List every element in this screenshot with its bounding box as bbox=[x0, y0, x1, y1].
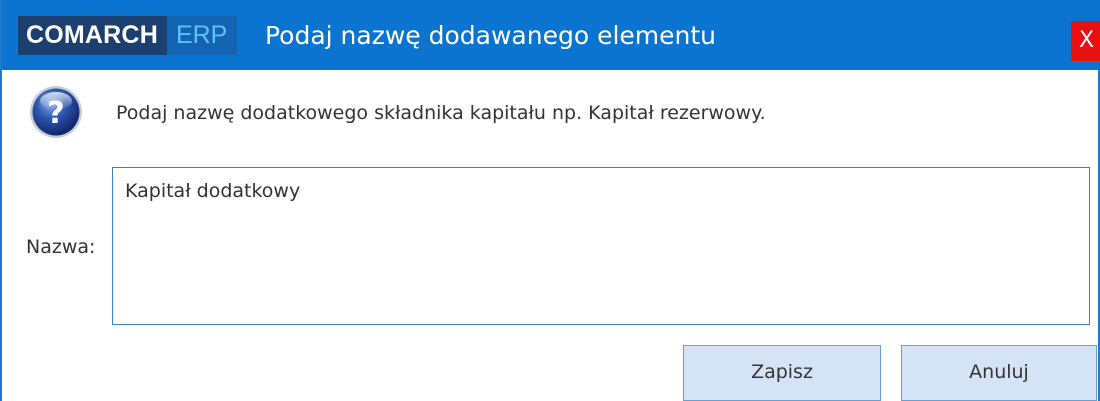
question-icon: ? bbox=[30, 86, 82, 138]
prompt-message: Podaj nazwę dodatkowego składnika kapita… bbox=[116, 102, 766, 124]
brand-comarch: COMARCH bbox=[18, 16, 167, 55]
name-input[interactable]: Kapitał dodatkowy bbox=[112, 167, 1090, 325]
cancel-button[interactable]: Anuluj bbox=[901, 345, 1097, 401]
close-button[interactable]: X bbox=[1071, 21, 1100, 61]
save-button[interactable]: Zapisz bbox=[683, 345, 881, 401]
name-label: Nazwa: bbox=[26, 236, 96, 258]
brand-logo: COMARCH ERP bbox=[18, 16, 238, 55]
title-bar: COMARCH ERP Podaj nazwę dodawanego eleme… bbox=[2, 0, 1100, 70]
dialog-window: COMARCH ERP Podaj nazwę dodawanego eleme… bbox=[0, 0, 1100, 401]
svg-text:?: ? bbox=[47, 96, 64, 131]
dialog-title: Podaj nazwę dodawanego elementu bbox=[265, 21, 717, 50]
brand-erp: ERP bbox=[166, 16, 238, 55]
